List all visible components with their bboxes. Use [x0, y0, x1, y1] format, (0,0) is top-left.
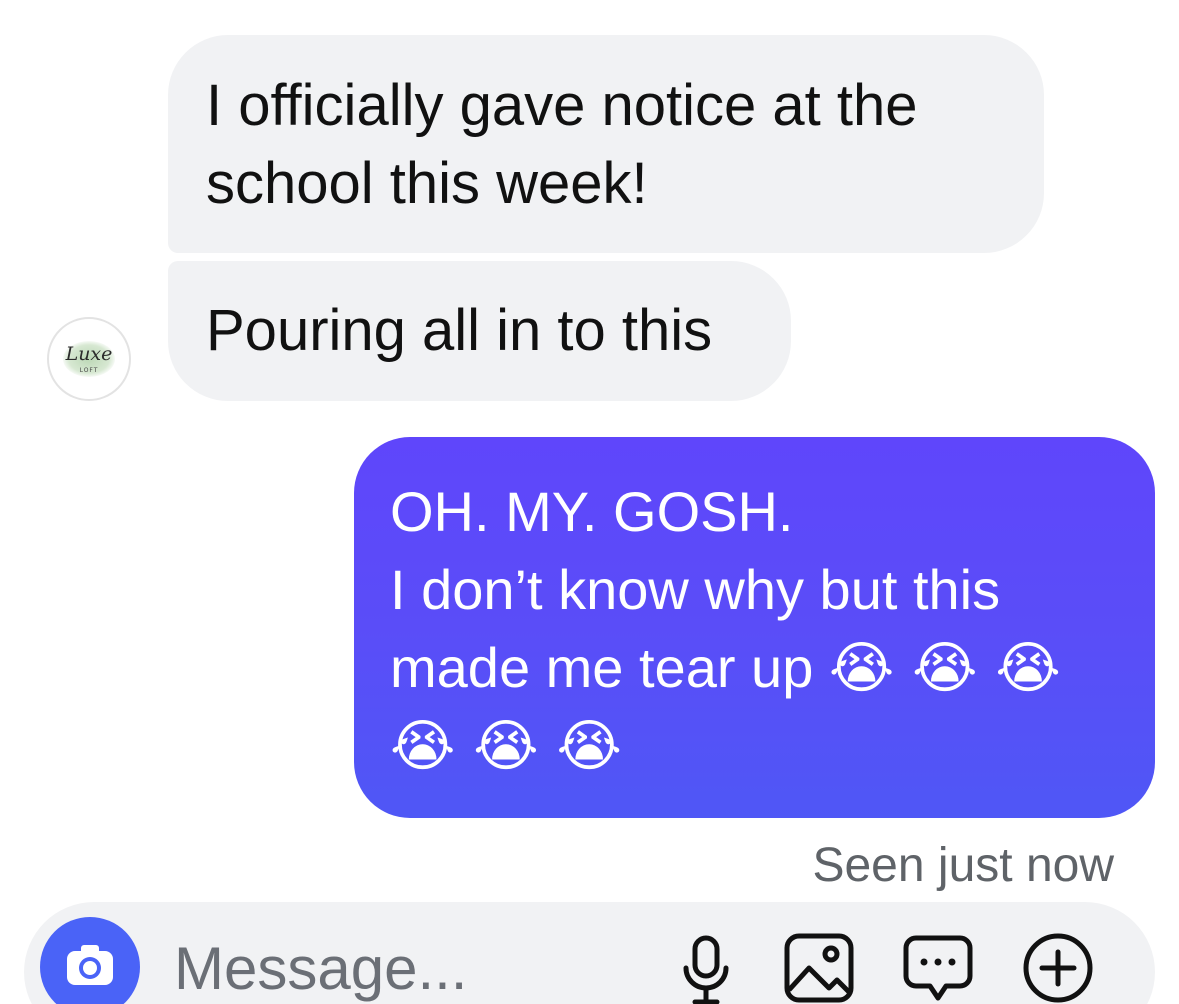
incoming-message-bubble[interactable]: I officially gave notice at the school t…	[168, 35, 1044, 253]
incoming-message-bubble[interactable]: Pouring all in to this	[168, 261, 791, 401]
sticker-button[interactable]	[900, 930, 976, 1004]
microphone-icon	[683, 935, 729, 1004]
voice-message-button[interactable]	[668, 930, 744, 1004]
message-line: made me tear up 😭 😭 😭	[390, 629, 1119, 708]
loudly-crying-emoji-group: 😭 😭 😭	[390, 714, 622, 779]
gallery-button[interactable]	[781, 930, 857, 1004]
loudly-crying-emoji-group: 😭 😭 😭	[828, 636, 1061, 701]
outgoing-message-bubble[interactable]: OH. MY. GOSH. I don’t know why but this …	[354, 437, 1155, 818]
message-input[interactable]	[172, 930, 626, 1004]
more-options-button[interactable]	[1020, 930, 1096, 1004]
message-line: I don’t know why but this	[390, 558, 1001, 621]
message-line: OH. MY. GOSH.	[390, 480, 794, 543]
chat-screen: I officially gave notice at the school t…	[0, 0, 1179, 1004]
plus-icon	[1023, 933, 1093, 1003]
message-line: Pouring all in to this	[206, 298, 713, 363]
message-line: I officially gave notice at the	[206, 73, 918, 138]
seen-status: Seen just now	[812, 839, 1114, 892]
avatar-logo-text: Luxe	[65, 343, 113, 365]
avatar-logo-subtext: LOFT	[79, 367, 99, 374]
contact-avatar[interactable]: Luxe LOFT	[47, 317, 131, 401]
message-line: school this week!	[206, 151, 648, 216]
message-text: made me tear up	[390, 636, 814, 699]
sticker-icon	[903, 935, 973, 1001]
camera-icon	[67, 945, 113, 985]
gallery-icon	[784, 933, 854, 1003]
